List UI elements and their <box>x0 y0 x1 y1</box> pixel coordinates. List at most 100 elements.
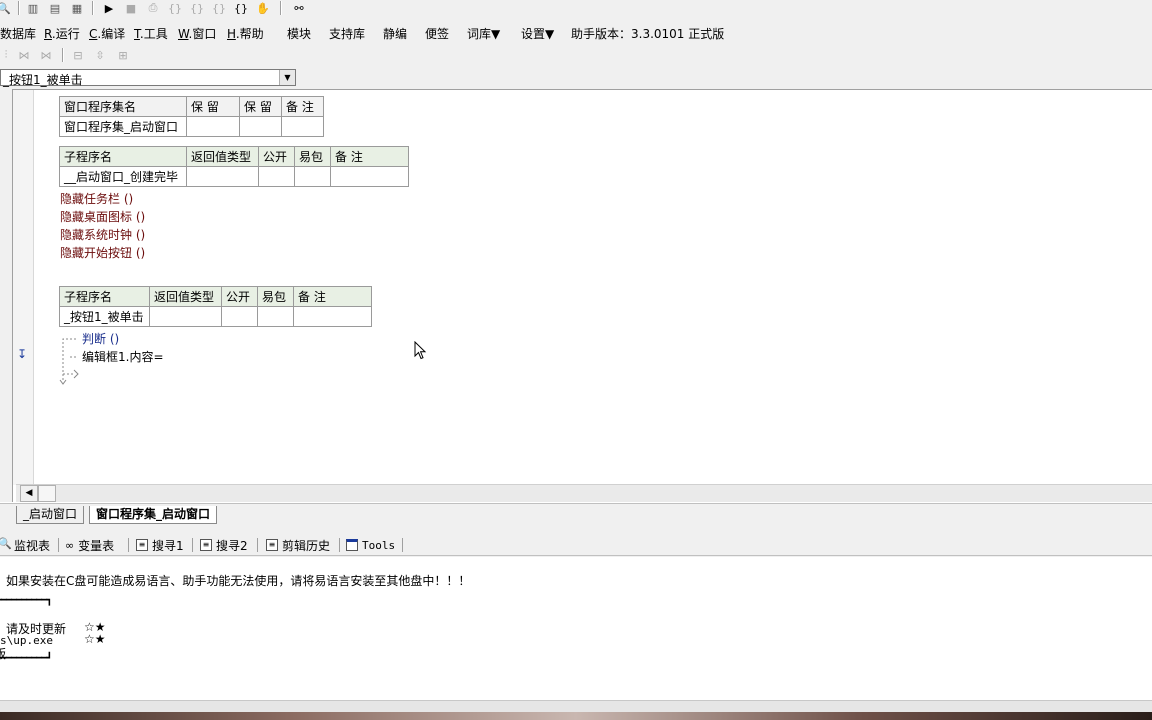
search-icon[interactable]: 🔍 <box>0 0 14 16</box>
table-cell[interactable] <box>281 116 324 137</box>
tab-label: 变量表 <box>78 538 115 553</box>
col-header: 公开 <box>221 286 258 307</box>
tab-separator <box>128 538 129 552</box>
glasses-icon: ∞ <box>65 538 75 552</box>
align-hcenter-icon[interactable]: ⋈ <box>14 47 34 63</box>
subroutine-table-1: 子程序名 返回值类型 公开 易包 备 注 __启动窗口_创建完毕 <box>59 146 409 187</box>
notice-box-bottom: ━━━━━━━━━━┛ <box>0 653 52 664</box>
output-panel[interactable]: 如果安装在C盘可能造成易语言、助手功能无法使用，请将易语言安装至其他盘中！！！ … <box>0 557 1152 700</box>
col-header: 备 注 <box>293 286 372 307</box>
mouse-cursor-icon <box>414 341 427 360</box>
chevron-down-icon[interactable]: ▼ <box>279 70 295 85</box>
layout-top-icon[interactable]: ▤ <box>45 0 65 16</box>
same-height-icon[interactable]: ⇳ <box>90 47 110 63</box>
table-cell[interactable]: __启动窗口_创建完毕 <box>59 166 187 187</box>
menu-run-label: .运行 <box>51 27 80 41</box>
menu-tools[interactable]: T.工具 <box>134 25 168 42</box>
assembly-table-header: 窗口程序集名 保 留 保 留 备 注 <box>59 96 324 117</box>
code-line[interactable]: 隐藏开始按钮 () <box>60 244 145 261</box>
main-toolbar: 🔍 ▥ ▤ ▦ ▶ ■ ⎙ {} {} {} {} ✋ ⚯ <box>0 0 1152 18</box>
tab-clip-history[interactable]: ≡ 剪辑历史 <box>266 536 330 554</box>
same-width-icon[interactable]: ⊟ <box>68 47 88 63</box>
code-line[interactable]: 隐藏任务栏 () <box>60 190 133 207</box>
run-to-cursor-icon[interactable]: {} <box>231 0 251 16</box>
subroutine-table-header: 子程序名 返回值类型 公开 易包 备 注 <box>59 286 372 307</box>
version-label: 助手版本：3.3.0101 正式版 <box>571 27 725 41</box>
table-cell[interactable] <box>239 116 282 137</box>
menu-dictionary[interactable]: 词库▼ <box>467 25 500 42</box>
menu-settings[interactable]: 设置▼ <box>521 25 554 42</box>
table-cell[interactable]: 窗口程序集_启动窗口 <box>59 116 187 137</box>
run-icon[interactable]: ▶ <box>99 0 119 16</box>
scroll-thumb[interactable] <box>38 485 56 502</box>
col-header: 窗口程序集名 <box>59 96 187 117</box>
scroll-left-icon[interactable]: ◀ <box>20 485 38 502</box>
install-warning-text: 如果安装在C盘可能造成易语言、助手功能无法使用，请将易语言安装至其他盘中！！！ <box>6 574 471 588</box>
tab-search2[interactable]: ≡ 搜寻2 <box>200 536 248 554</box>
layout-grid-icon[interactable]: ▦ <box>67 0 87 16</box>
code-line[interactable]: 隐藏桌面图标 () <box>60 208 145 225</box>
table-cell[interactable] <box>149 306 222 327</box>
col-header: 保 留 <box>186 96 240 117</box>
menu-notes[interactable]: 便签 <box>425 25 449 42</box>
col-header: 返回值类型 <box>186 146 259 167</box>
binoculars-icon[interactable]: ⚯ <box>289 0 309 16</box>
toolbar-separator <box>280 1 282 15</box>
tab-separator <box>257 538 258 552</box>
desktop-strip <box>0 712 1152 720</box>
table-cell[interactable] <box>186 166 259 187</box>
menu-window[interactable]: W.窗口 <box>178 25 216 42</box>
table-cell[interactable] <box>257 306 294 327</box>
same-size-icon[interactable]: ⊞ <box>113 47 133 63</box>
tab-window-assembly[interactable]: 窗口程序集_启动窗口 <box>89 506 218 524</box>
table-cell[interactable] <box>221 306 258 327</box>
subroutine-table-row[interactable]: _按钮1_被单击 <box>59 306 372 327</box>
table-cell[interactable] <box>294 166 331 187</box>
print-icon[interactable]: ⎙ <box>143 0 163 16</box>
layout-left-icon[interactable]: ▥ <box>23 0 43 16</box>
step-over-icon[interactable]: {} <box>187 0 207 16</box>
align-vcenter-icon[interactable]: ⋈ <box>36 47 56 63</box>
method-selector[interactable]: _按钮1_被单击 ▼ <box>0 69 296 87</box>
menu-help-label: .帮助 <box>235 27 264 41</box>
method-selector-value: _按钮1_被单击 <box>3 73 83 87</box>
stop-icon[interactable]: ■ <box>121 0 141 16</box>
assembly-table: 窗口程序集名 保 留 保 留 备 注 窗口程序集_启动窗口 <box>59 96 324 137</box>
table-cell[interactable] <box>258 166 295 187</box>
table-cell[interactable] <box>186 116 240 137</box>
menu-compile[interactable]: C.编译 <box>89 25 125 42</box>
step-into-icon[interactable]: {} <box>165 0 185 16</box>
menu-static-compile[interactable]: 静编 <box>383 25 407 42</box>
col-header: 易包 <box>294 146 331 167</box>
tab-watch[interactable]: 🔍 监视表 <box>0 536 50 554</box>
menu-database[interactable]: 数据库 <box>0 25 36 42</box>
horizontal-scrollbar[interactable]: ◀ <box>16 484 1152 502</box>
toolbar-separator <box>62 48 64 62</box>
tab-separator <box>339 538 340 552</box>
menu-run[interactable]: R.运行 <box>44 25 80 42</box>
code-line[interactable]: 隐藏系统时钟 () <box>60 226 145 243</box>
menu-help-key: H <box>227 27 236 41</box>
col-header: 公开 <box>258 146 295 167</box>
step-out-icon[interactable]: {} <box>209 0 229 16</box>
col-header: 子程序名 <box>59 146 187 167</box>
code-line[interactable]: 判断 () <box>82 330 119 347</box>
subroutine-table-header: 子程序名 返回值类型 公开 易包 备 注 <box>59 146 409 167</box>
menu-window-label: .窗口 <box>188 27 217 41</box>
tab-variables[interactable]: ∞ 变量表 <box>65 536 114 554</box>
table-cell[interactable] <box>293 306 372 327</box>
assembly-table-row[interactable]: 窗口程序集_启动窗口 <box>59 116 324 137</box>
table-cell[interactable]: _按钮1_被单击 <box>59 306 150 327</box>
menu-help[interactable]: H.帮助 <box>227 25 264 42</box>
subroutine-table-row[interactable]: __启动窗口_创建完毕 <box>59 166 409 187</box>
menu-support-lib[interactable]: 支持库 <box>329 25 365 42</box>
menu-module[interactable]: 模块 <box>287 25 311 42</box>
hand-icon[interactable]: ✋ <box>253 0 273 16</box>
tab-tools[interactable]: Tools <box>346 536 395 554</box>
tab-search1[interactable]: ≡ 搜寻1 <box>136 536 184 554</box>
tab-startup-window[interactable]: _启动窗口 <box>16 506 85 524</box>
table-cell[interactable] <box>330 166 409 187</box>
col-header: 保 留 <box>239 96 282 117</box>
code-line[interactable]: 编辑框1.内容= <box>82 348 164 365</box>
editor-gutter: ↧ <box>13 90 34 485</box>
